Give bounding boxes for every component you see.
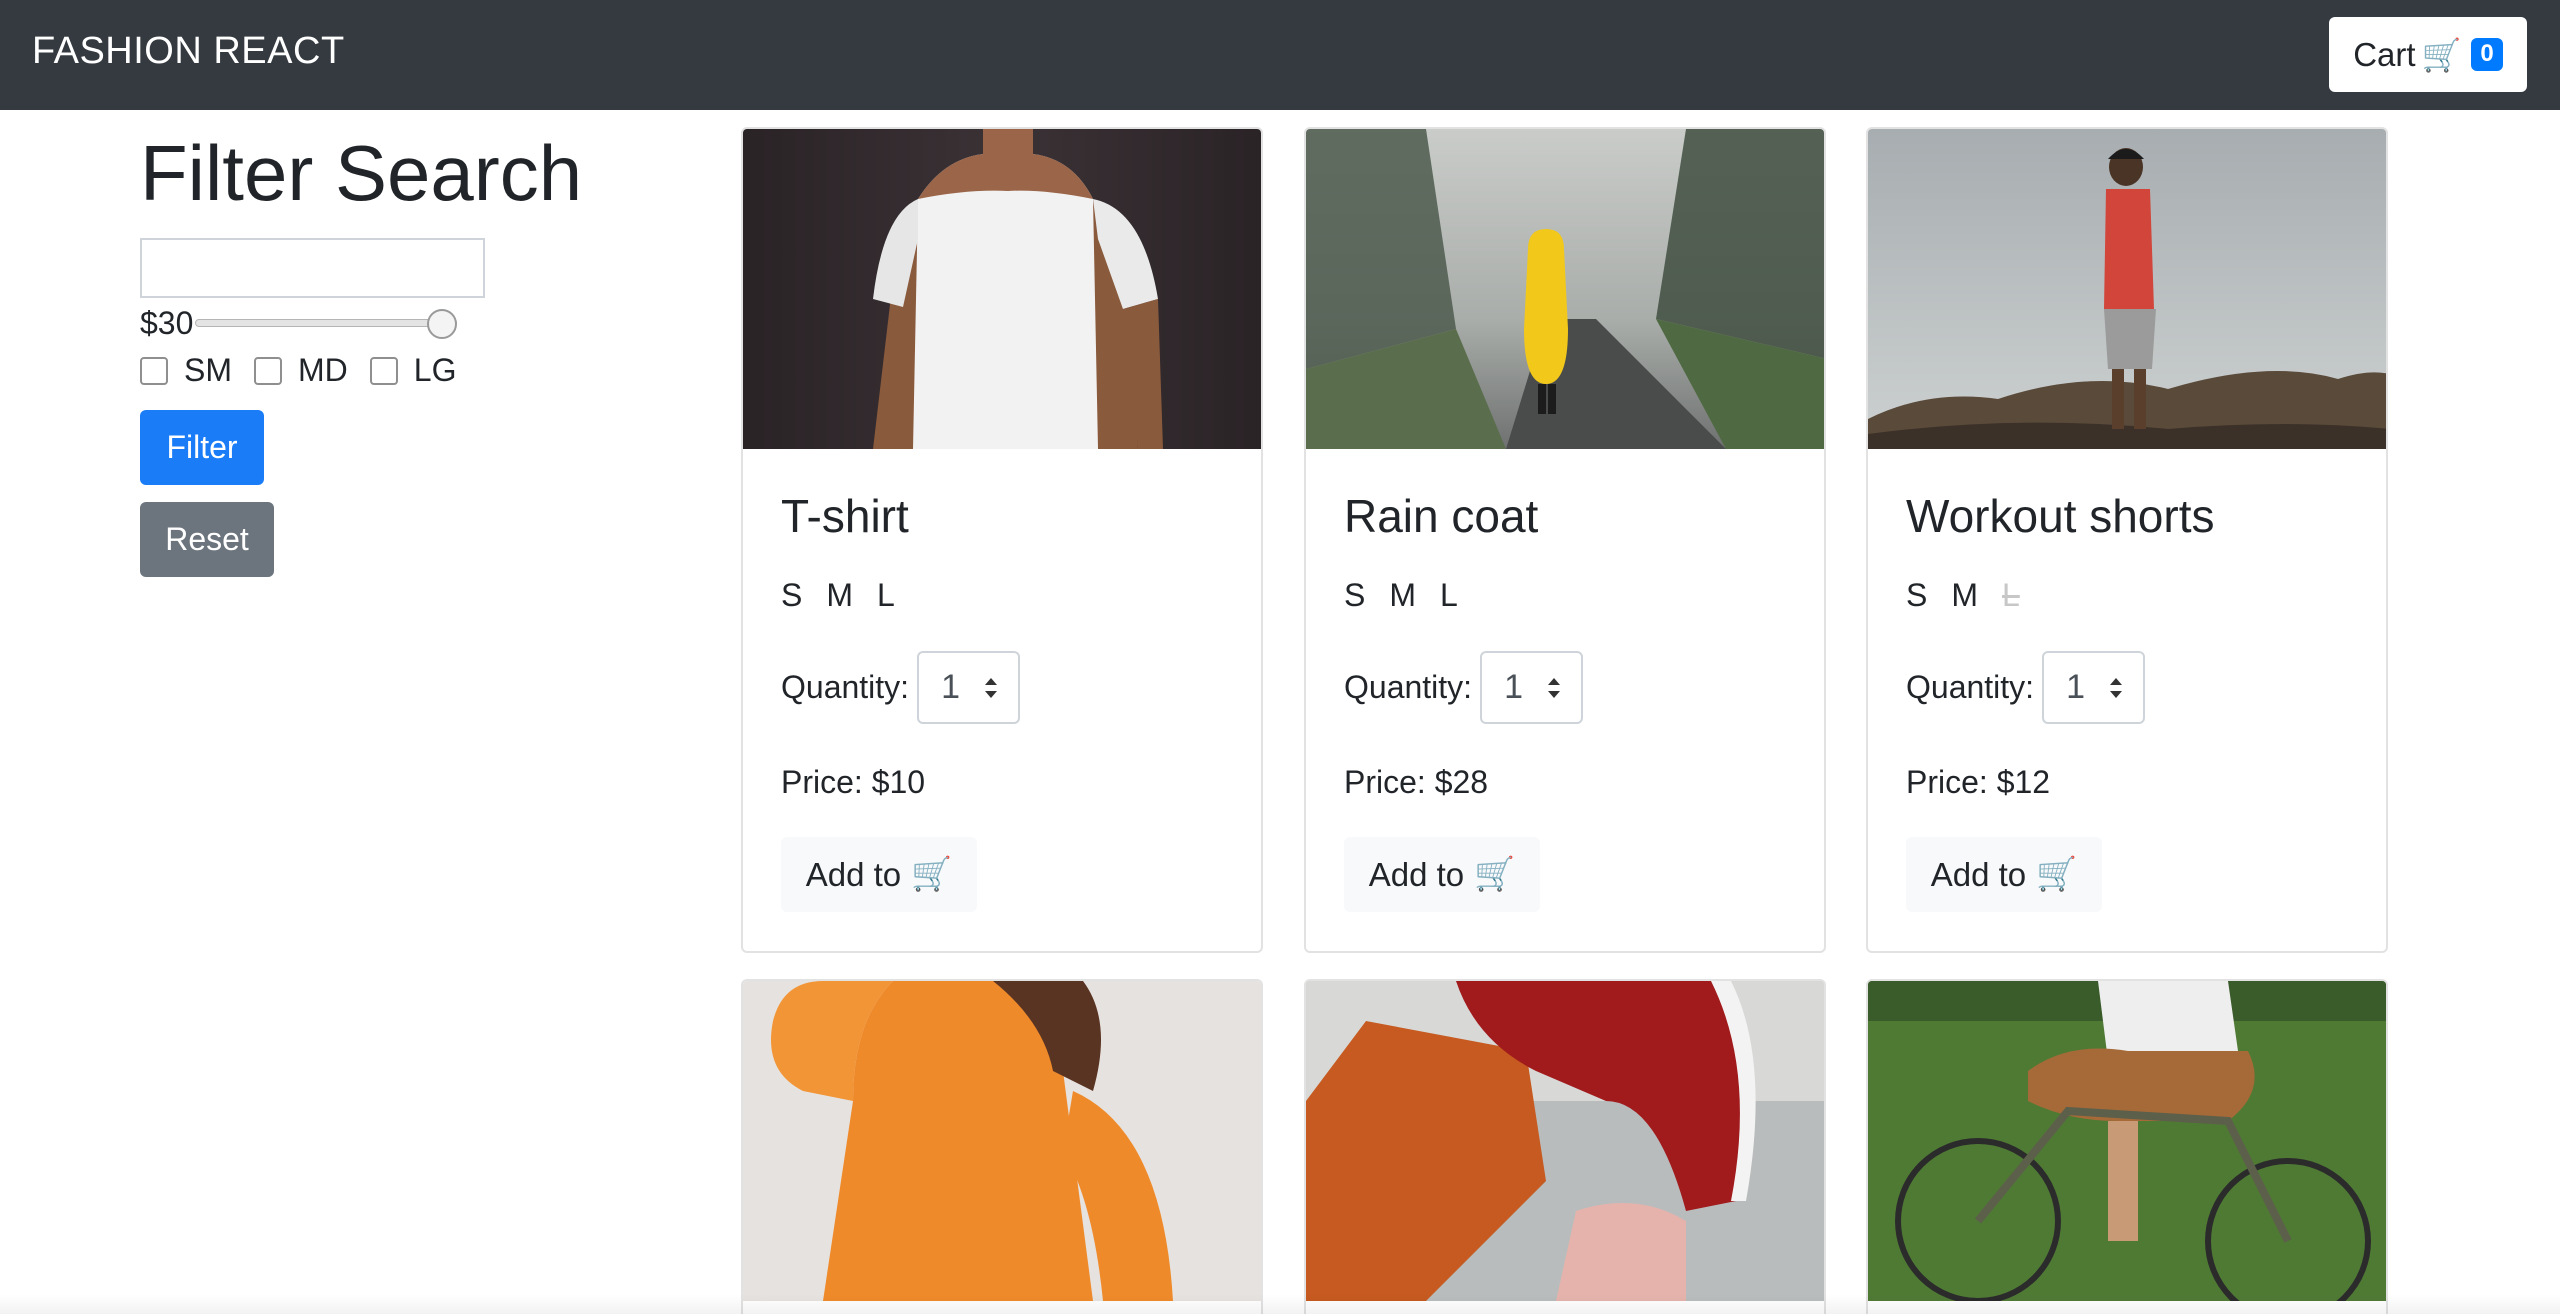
- size-option[interactable]: M: [1389, 577, 1416, 614]
- product-image: [1868, 981, 2386, 1301]
- size-option[interactable]: L: [877, 577, 895, 614]
- quantity-value: 1: [941, 668, 960, 706]
- filter-title: Filter Search: [140, 129, 583, 217]
- add-to-cart-label: Add to: [1368, 855, 1465, 893]
- product-price: Price: $12: [1906, 764, 2051, 800]
- price-slider-track: [195, 319, 458, 327]
- reset-button[interactable]: Reset: [140, 502, 274, 577]
- quantity-value: 1: [1504, 668, 1523, 706]
- checkbox[interactable]: [140, 356, 168, 385]
- tshirt-photo: [743, 129, 1261, 449]
- shopping-cart-icon: 🛒: [911, 855, 953, 892]
- quantity-row: Quantity: 1: [1344, 651, 1584, 724]
- add-to-cart-label: Add to: [805, 855, 902, 893]
- size-option[interactable]: L: [1440, 577, 1458, 614]
- size-checkbox-sm[interactable]: SM: [140, 352, 232, 389]
- size-checkbox-lg[interactable]: LG: [369, 352, 457, 389]
- quantity-label: Quantity:: [1344, 669, 1473, 705]
- size-filter: SM MD LG: [140, 352, 478, 389]
- product-image: [743, 129, 1261, 449]
- filter-button[interactable]: Filter: [140, 410, 264, 485]
- quantity-select[interactable]: 1: [917, 651, 1021, 724]
- product-card-workout-shorts: Workout shorts S M L Quantity: 1 Price: …: [1866, 127, 2388, 953]
- product-card-raincoat: Rain coat S M L Quantity: 1 Price: $28 A…: [1304, 127, 1826, 953]
- bike-shorts-photo: [1868, 981, 2386, 1301]
- price-slider-thumb[interactable]: [427, 309, 458, 339]
- product-card: [741, 979, 1263, 1314]
- quantity-row: Quantity: 1: [781, 651, 1021, 724]
- size-checkbox-label: MD: [298, 352, 348, 388]
- search-input[interactable]: [140, 238, 485, 298]
- raincoat-photo: [1306, 129, 1824, 449]
- quantity-select[interactable]: 1: [1480, 651, 1584, 724]
- product-image: [1306, 981, 1824, 1301]
- checkbox[interactable]: [254, 356, 282, 385]
- product-price: Price: $10: [781, 764, 926, 800]
- shopping-cart-icon: 🛒: [2421, 36, 2462, 73]
- product-title: Workout shorts: [1906, 490, 2215, 542]
- size-checkbox-label: SM: [184, 352, 232, 388]
- product-sizes: S M L: [1906, 577, 2020, 614]
- select-arrows-icon: [1548, 678, 1561, 698]
- price-range-label: $30: [140, 304, 194, 341]
- quantity-value: 1: [2066, 668, 2085, 706]
- cart-count-badge: 0: [2471, 38, 2503, 71]
- add-to-cart-label: Add to: [1930, 855, 2027, 893]
- size-option[interactable]: M: [826, 577, 853, 614]
- product-card-tshirt: T-shirt S M L Quantity: 1 Price: $10 Add…: [741, 127, 1263, 953]
- product-image: [743, 981, 1261, 1301]
- add-to-cart-button[interactable]: Add to 🛒: [1906, 837, 2102, 912]
- cart-button[interactable]: Cart 🛒 0: [2329, 17, 2527, 92]
- select-arrows-icon: [2110, 678, 2123, 698]
- size-option[interactable]: S: [1906, 577, 1927, 614]
- size-option[interactable]: S: [781, 577, 802, 614]
- product-sizes: S M L: [781, 577, 895, 614]
- price-slider[interactable]: [195, 303, 458, 343]
- shopping-cart-icon: 🛒: [1474, 855, 1516, 892]
- workout-shorts-photo: [1868, 129, 2386, 449]
- size-checkbox-md[interactable]: MD: [254, 352, 348, 389]
- product-price: Price: $28: [1344, 764, 1489, 800]
- add-to-cart-button[interactable]: Add to 🛒: [1344, 837, 1540, 912]
- cart-button-label: Cart: [2353, 35, 2416, 73]
- product-title: T-shirt: [781, 490, 909, 542]
- brand-logo[interactable]: FASHION REACT: [32, 30, 345, 73]
- select-arrows-icon: [985, 678, 998, 698]
- quantity-row: Quantity: 1: [1906, 651, 2146, 724]
- product-image: [1306, 129, 1824, 449]
- add-to-cart-button[interactable]: Add to 🛒: [781, 837, 977, 912]
- quantity-label: Quantity:: [1906, 669, 2035, 705]
- quantity-label: Quantity:: [781, 669, 910, 705]
- top-navbar: FASHION REACT Cart 🛒 0: [0, 0, 2560, 110]
- price-range: $30: [140, 303, 458, 343]
- red-track-pants-photo: [1306, 981, 1824, 1301]
- product-image: [1868, 129, 2386, 449]
- product-card: [1304, 979, 1826, 1314]
- product-title: Rain coat: [1344, 490, 1539, 542]
- shopping-cart-icon: 🛒: [2036, 855, 2078, 892]
- product-card: [1866, 979, 2388, 1314]
- size-checkbox-label: LG: [413, 352, 457, 388]
- size-option-unavailable: L: [2002, 577, 2020, 613]
- size-option[interactable]: S: [1344, 577, 1365, 614]
- orange-sweater-photo: [743, 981, 1261, 1301]
- size-option[interactable]: M: [1951, 577, 1978, 614]
- scroll-shadow: [0, 1294, 2560, 1314]
- checkbox[interactable]: [369, 356, 398, 385]
- quantity-select[interactable]: 1: [2042, 651, 2146, 724]
- product-sizes: S M L: [1344, 577, 1458, 614]
